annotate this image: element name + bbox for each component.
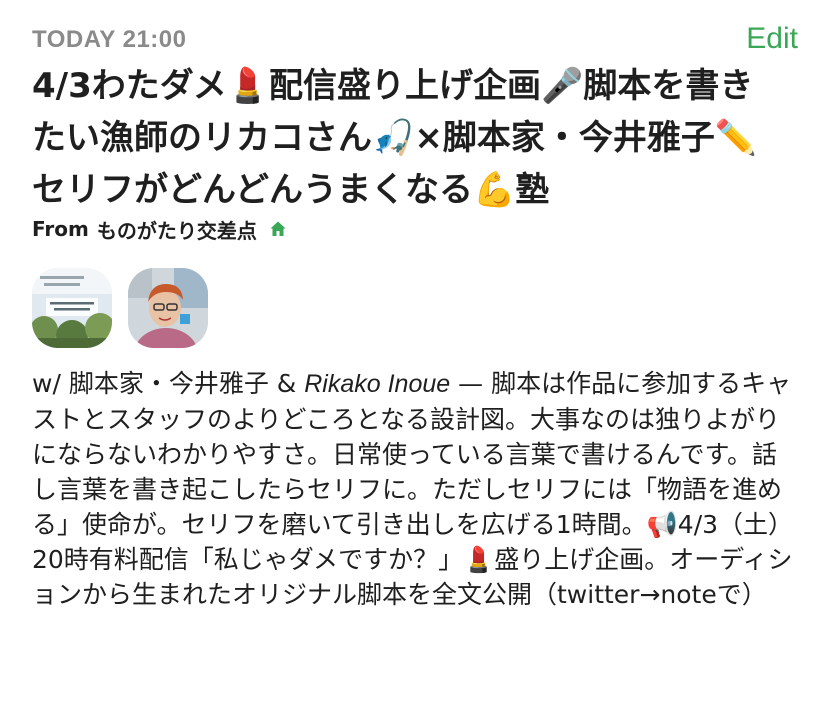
event-title: 4/3わたダメ💄配信盛り上げ企画🎤脚本を書きたい漁師のリカコさん🎣×脚本家・今井…: [32, 66, 758, 210]
hosts-dash: —: [450, 369, 492, 398]
event-club-row: From ものがたり交差点: [32, 214, 287, 244]
edit-button[interactable]: Edit: [746, 22, 798, 56]
host-link-imai[interactable]: 脚本家・今井雅子: [69, 369, 269, 398]
club-name-link[interactable]: ものがたり交差点: [97, 215, 257, 244]
host-avatars: [32, 268, 224, 350]
avatar-club-poster[interactable]: [32, 268, 112, 348]
event-description: w/ 脚本家・今井雅子 & Rikako Inoue — 脚本は作品に参加するキ…: [32, 366, 798, 612]
house-icon: [270, 221, 286, 236]
host-link-rikako[interactable]: Rikako Inoue: [304, 370, 450, 398]
avatar-host[interactable]: [128, 268, 208, 348]
event-card: TODAY 21:00 Edit 4/3わたダメ💄配信盛り上げ企画🎤脚本を書きた…: [0, 0, 828, 702]
host-photo: [128, 268, 208, 348]
description-text: 脚本は作品に参加するキャストとスタッフのよりどころとなる設計図。大事なのは独りよ…: [32, 369, 794, 609]
from-label: From: [32, 217, 89, 241]
event-timestamp: TODAY 21:00: [32, 26, 187, 53]
hosts-prefix: w/: [32, 369, 69, 398]
hosts-joiner: &: [268, 369, 305, 398]
event-meta-row: TODAY 21:00 Edit: [32, 22, 798, 58]
club-poster-image: [32, 268, 112, 348]
